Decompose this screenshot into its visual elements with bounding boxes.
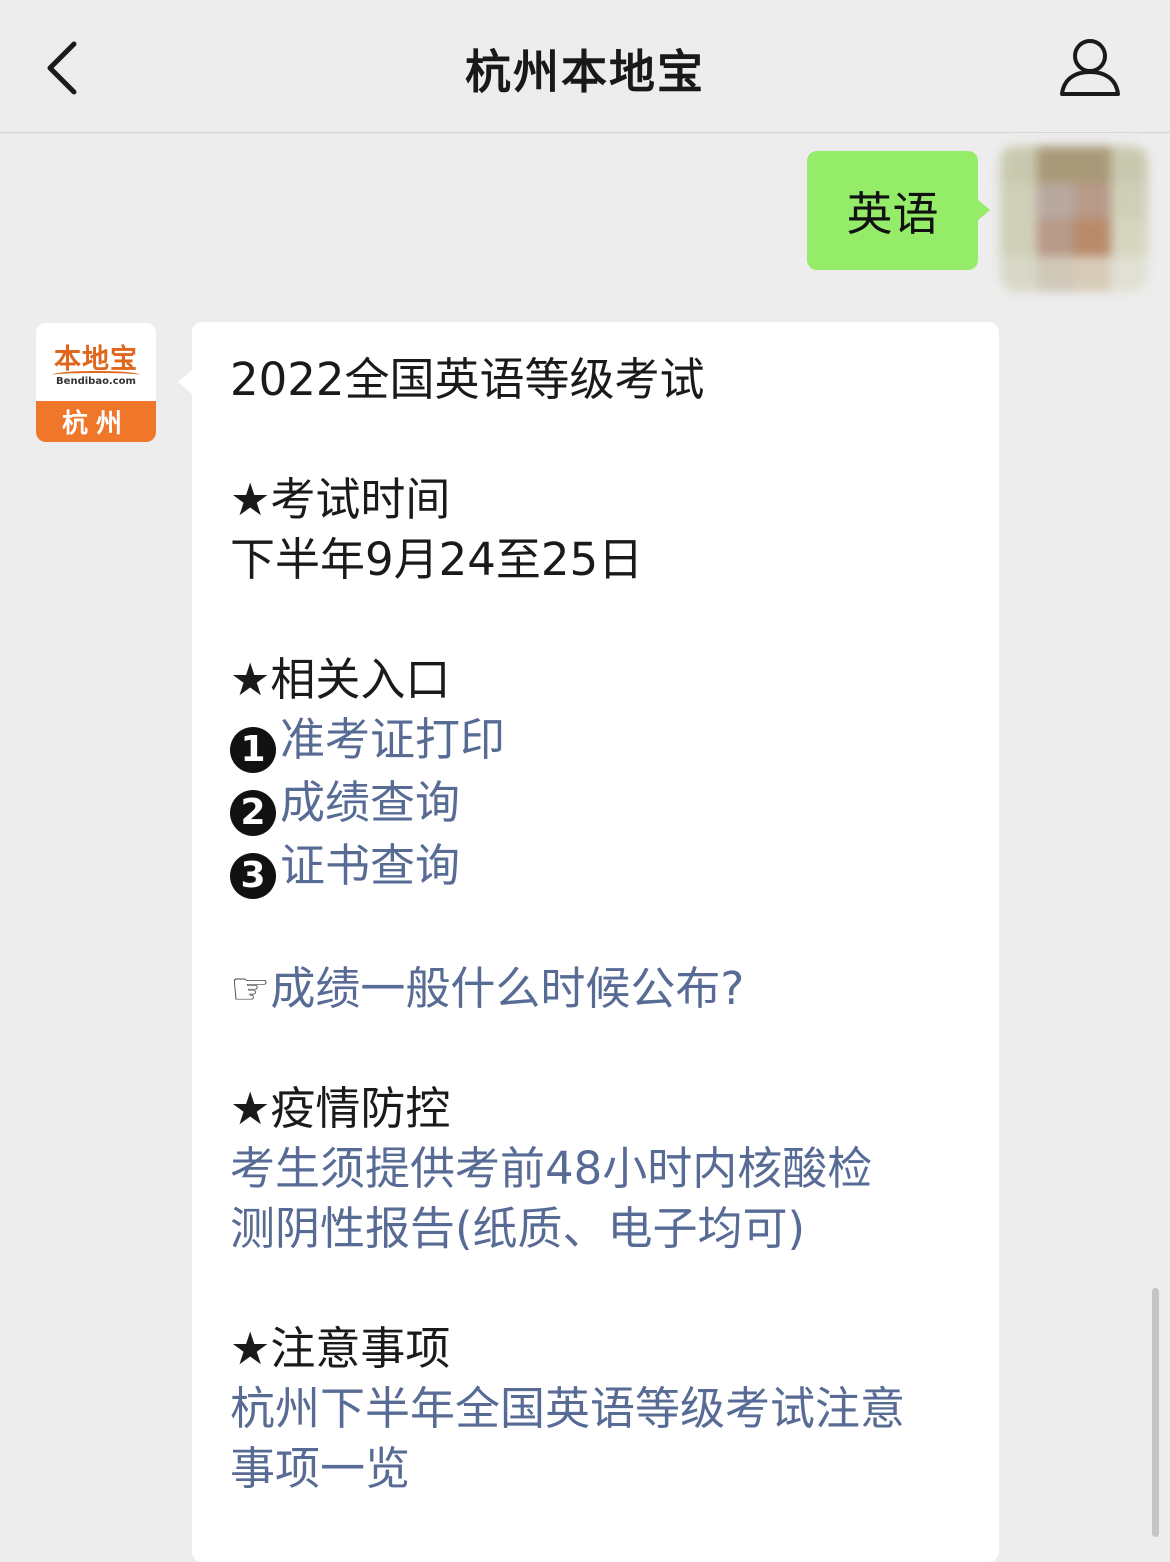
notes-link-line1[interactable]: 杭州下半年全国英语等级考试注意 bbox=[230, 1379, 970, 1439]
nav-bar: 杭州本地宝 bbox=[0, 0, 1170, 133]
number-3-badge: 3 bbox=[230, 853, 276, 899]
notes-link-line2[interactable]: 事项一览 bbox=[230, 1439, 970, 1499]
entry-item: 3 证书查询 bbox=[230, 836, 970, 899]
epidemic-heading: ★疫情防控 bbox=[230, 1082, 451, 1135]
received-bubble-tail bbox=[178, 370, 192, 394]
exam-time-value: 下半年9月24至25日 bbox=[230, 533, 644, 586]
received-message-content: 2022全国英语等级考试 ★考试时间 下半年9月24至25日 ★相关入口 1 准考… bbox=[230, 350, 970, 1499]
sent-message-bubble[interactable]: 英语 bbox=[807, 151, 978, 270]
sent-message-text: 英语 bbox=[846, 186, 939, 241]
certificate-query-link[interactable]: 证书查询 bbox=[280, 839, 460, 892]
exam-time-heading: ★考试时间 bbox=[230, 473, 451, 526]
bot-avatar[interactable]: 本地宝 Bendibao.com 杭州 bbox=[36, 323, 156, 442]
entry-item: 2 成绩查询 bbox=[230, 773, 970, 836]
notes-heading: ★注意事项 bbox=[230, 1322, 451, 1375]
person-icon bbox=[1060, 39, 1120, 96]
avatar-logo: 本地宝 Bendibao.com bbox=[36, 323, 156, 401]
epidemic-link-line2[interactable]: 测阴性报告(纸质、电子均可) bbox=[230, 1199, 970, 1259]
page-title: 杭州本地宝 bbox=[465, 45, 705, 99]
avatar-url-text: Bendibao.com bbox=[56, 376, 136, 387]
epidemic-link-line1[interactable]: 考生须提供考前48小时内核酸检 bbox=[230, 1139, 970, 1199]
scrollbar[interactable] bbox=[1152, 1288, 1159, 1537]
reply-title: 2022全国英语等级考试 bbox=[230, 353, 705, 406]
number-2-badge: 2 bbox=[230, 790, 276, 836]
score-query-link[interactable]: 成绩查询 bbox=[280, 776, 460, 829]
score-release-link[interactable]: 成绩一般什么时候公布? bbox=[270, 962, 744, 1015]
entry-item: 1 准考证打印 bbox=[230, 710, 970, 773]
profile-button[interactable] bbox=[1050, 30, 1130, 110]
user-avatar[interactable] bbox=[1000, 146, 1148, 292]
avatar-city-text: 杭州 bbox=[36, 401, 156, 442]
number-1-badge: 1 bbox=[230, 727, 276, 773]
pointing-hand-icon: ☞ bbox=[230, 962, 271, 1015]
entries-heading: ★相关入口 bbox=[230, 653, 451, 706]
admission-ticket-link[interactable]: 准考证打印 bbox=[280, 713, 505, 766]
score-release-line: ☞成绩一般什么时候公布? bbox=[230, 959, 970, 1019]
sent-bubble-tail bbox=[976, 198, 990, 222]
